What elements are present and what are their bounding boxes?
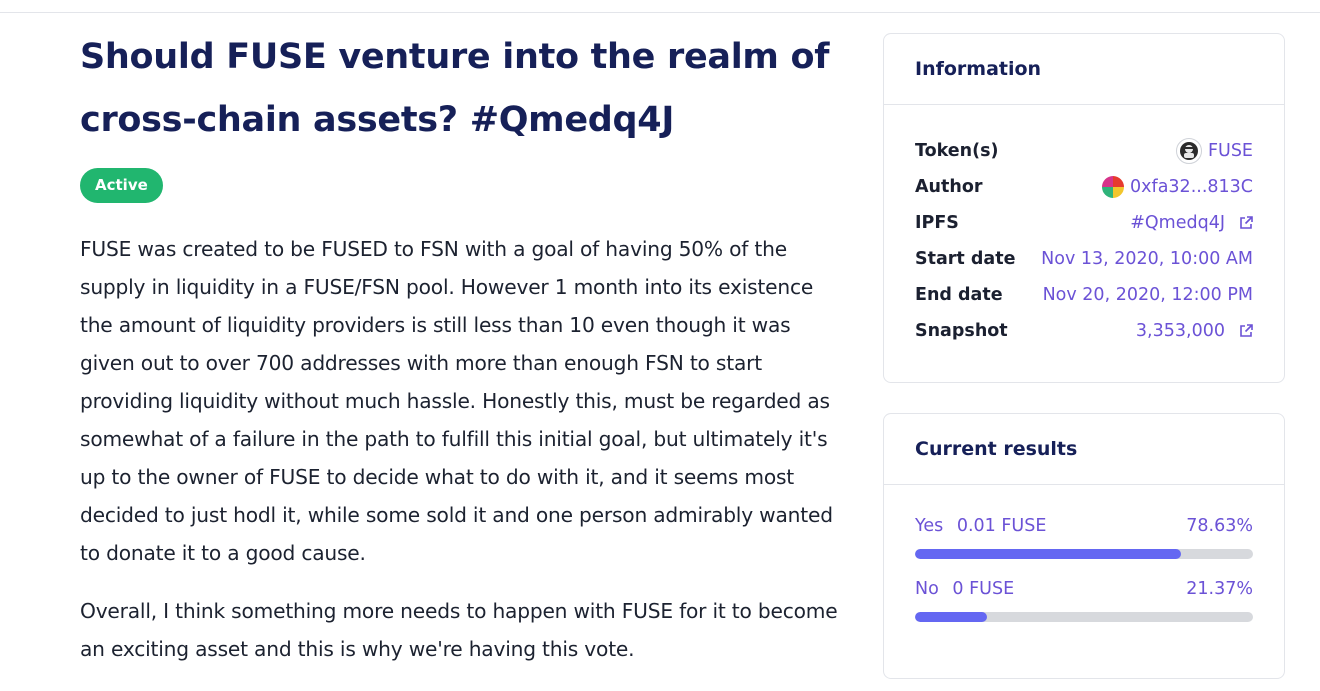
result-choice: No	[915, 579, 939, 599]
proposal-body: FUSE was created to be FUSED to FSN with…	[80, 230, 850, 668]
result-label: Yes 0.01 FUSE	[915, 516, 1046, 536]
info-row-ipfs: IPFS #Qmedq4J	[915, 205, 1253, 241]
ipfs-link[interactable]: #Qmedq4J	[1130, 213, 1253, 233]
author-avatar	[1102, 176, 1125, 198]
proposal-main: Should FUSE venture into the realm of cr…	[80, 26, 850, 668]
result-choice: Yes	[915, 516, 944, 536]
token-link[interactable]: FUSE	[1175, 138, 1253, 164]
result-option-no: No 0 FUSE 21.37%	[884, 579, 1284, 622]
snapshot-value: 3,353,000	[1135, 321, 1225, 341]
info-row-author: Author 0xfa32...813C	[915, 169, 1253, 205]
start-date-value: Nov 13, 2020, 10:00 AM	[1041, 249, 1253, 269]
info-label: Start date	[915, 249, 1016, 269]
author-link[interactable]: 0xfa32...813C	[1102, 176, 1253, 198]
result-bar-fill	[915, 612, 988, 622]
result-bar-track	[915, 612, 1253, 622]
fuse-token-avatar	[1175, 138, 1202, 164]
result-option-yes: Yes 0.01 FUSE 78.63%	[884, 516, 1284, 559]
external-link-icon	[1240, 216, 1253, 229]
result-bar-track	[915, 549, 1253, 559]
snapshot-link[interactable]: 3,353,000	[1136, 321, 1253, 341]
info-label: IPFS	[915, 213, 959, 233]
end-date-value: Nov 20, 2020, 12:00 PM	[1042, 285, 1253, 305]
result-amount: 0.01 FUSE	[956, 516, 1047, 536]
header-divider	[0, 12, 1320, 13]
token-value: FUSE	[1207, 141, 1253, 161]
information-card: Information Token(s) FUSE Author 0xfa32.…	[883, 33, 1285, 383]
status-badge: Active	[80, 168, 163, 203]
result-percent: 78.63%	[1186, 516, 1253, 536]
result-bar-fill	[915, 549, 1181, 559]
author-value: 0xfa32...813C	[1130, 177, 1253, 197]
info-label: Snapshot	[915, 321, 1008, 341]
result-percent: 21.37%	[1186, 579, 1253, 599]
result-label: No 0 FUSE	[915, 579, 1014, 599]
results-card: Current results Yes 0.01 FUSE 78.63% No …	[883, 413, 1285, 679]
info-row-end-date: End date Nov 20, 2020, 12:00 PM	[915, 277, 1253, 313]
results-heading: Current results	[884, 414, 1284, 485]
info-row-snapshot: Snapshot 3,353,000	[915, 313, 1253, 349]
information-heading: Information	[884, 34, 1284, 105]
ipfs-value: #Qmedq4J	[1130, 213, 1225, 233]
info-label: End date	[915, 285, 1003, 305]
proposal-paragraph: Overall, I think something more needs to…	[80, 599, 838, 661]
external-link-icon	[1240, 324, 1253, 337]
info-row-tokens: Token(s) FUSE	[915, 133, 1253, 169]
info-row-start-date: Start date Nov 13, 2020, 10:00 AM	[915, 241, 1253, 277]
info-label: Token(s)	[915, 141, 999, 161]
result-amount: 0 FUSE	[952, 579, 1015, 599]
proposal-title: Should FUSE venture into the realm of cr…	[80, 37, 830, 140]
proposal-paragraph: FUSE was created to be FUSED to FSN with…	[80, 237, 833, 565]
info-label: Author	[915, 177, 983, 197]
